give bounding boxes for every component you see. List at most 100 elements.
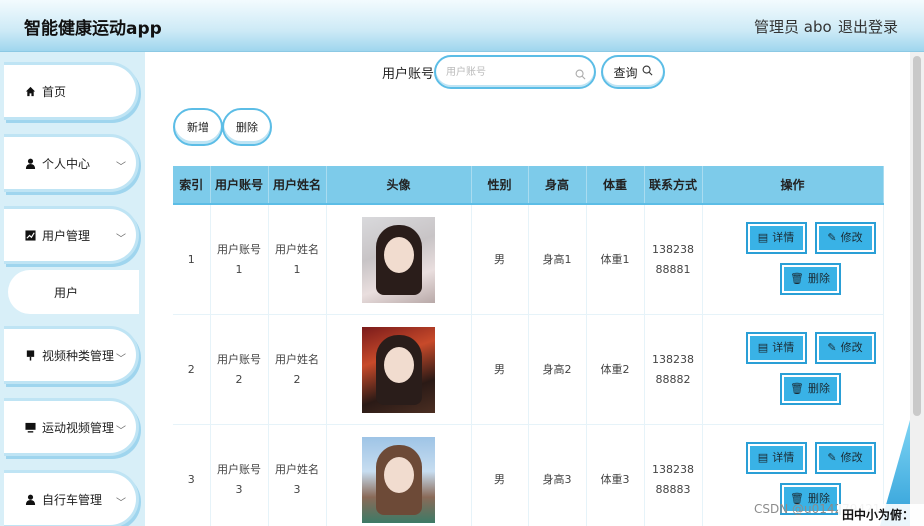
cell-name-text: 用户姓名2	[275, 352, 319, 386]
document-icon: ▤	[757, 231, 769, 244]
logout-link[interactable]: 退出登录	[838, 16, 898, 37]
cell-name: 用户姓名1	[268, 204, 327, 315]
cell-avatar	[326, 204, 472, 315]
scrollbar-thumb[interactable]	[913, 56, 921, 416]
sidebar-item-label: 用户管理	[42, 228, 91, 243]
cell-phone-text: 13823888882	[652, 352, 694, 386]
pencil-icon: ✎	[827, 231, 837, 244]
cell-index: 3	[173, 424, 211, 526]
user-icon	[24, 157, 36, 169]
edit-button-label: 修改	[840, 231, 863, 244]
sidebar-item-home[interactable]: 首页	[4, 62, 139, 120]
cell-name: 用户姓名2	[268, 314, 327, 425]
sidebar-item-label: 首页	[42, 84, 67, 99]
cell-phone: 13823888882	[644, 314, 703, 425]
column-header[interactable]: 操作	[702, 166, 884, 205]
sidebar-item-video-category[interactable]: 视频种类管理 ﹀	[4, 326, 139, 384]
detail-button[interactable]: ▤ 详情	[745, 442, 807, 474]
add-button[interactable]: 新增	[173, 108, 223, 146]
chart-icon	[24, 229, 36, 241]
search-field[interactable]	[434, 55, 596, 89]
vertical-scrollbar[interactable]	[910, 52, 924, 526]
cell-height: 身高1	[528, 204, 587, 315]
table-row: 1 用户账号1 用户姓名1 男 身高1 体重1 13823888881 ▤ 详情 …	[173, 204, 884, 315]
cell-account-text: 用户账号2	[217, 352, 261, 386]
pencil-icon: ✎	[827, 451, 837, 464]
detail-button-label: 详情	[772, 231, 795, 244]
column-header[interactable]: 用户账号	[210, 166, 269, 205]
monitor-icon	[24, 421, 36, 433]
edit-button[interactable]: ✎ 修改	[814, 332, 876, 364]
cell-gender: 男	[471, 424, 529, 526]
search-input[interactable]	[446, 64, 571, 80]
column-header[interactable]: 身高	[528, 166, 587, 205]
delete-button[interactable]: 🗑 删除	[779, 373, 841, 405]
edit-button[interactable]: ✎ 修改	[814, 222, 876, 254]
avatar-image[interactable]	[362, 216, 435, 303]
column-header[interactable]: 索引	[173, 166, 211, 205]
avatar-image[interactable]	[362, 326, 435, 413]
query-button-label: 查询	[613, 65, 638, 80]
delete-button-label: 删除	[807, 382, 830, 395]
cell-account: 用户账号2	[210, 314, 269, 425]
cell-phone: 13823888883	[644, 424, 703, 526]
search-icon	[575, 65, 586, 84]
cell-actions: ▤ 详情 ✎ 修改 🗑 删除	[702, 204, 884, 315]
top-bar: 智能健康运动app 管理员 abo 退出登录	[0, 0, 924, 52]
cell-weight: 体重3	[586, 424, 645, 526]
cell-account: 用户账号3	[210, 424, 269, 526]
cell-actions: ▤ 详情 ✎ 修改 🗑 删除	[702, 314, 884, 425]
column-header[interactable]: 头像	[326, 166, 472, 205]
avatar-image[interactable]	[362, 436, 435, 523]
cell-account-text: 用户账号3	[217, 462, 261, 496]
search-icon	[642, 65, 653, 79]
pin-icon	[24, 349, 36, 361]
cell-gender: 男	[471, 314, 529, 425]
cell-avatar	[326, 424, 472, 526]
sidebar-item-bike[interactable]: 自行车管理 ﹀	[4, 470, 139, 526]
pencil-icon: ✎	[827, 341, 837, 354]
query-button[interactable]: 查询	[601, 55, 665, 89]
sidebar-item-label: 视频种类管理	[42, 348, 115, 363]
cell-avatar	[326, 314, 472, 425]
delete-button-label: 删除	[807, 272, 830, 285]
chevron-down-icon: ﹀	[116, 234, 126, 245]
detail-button-label: 详情	[772, 451, 795, 464]
delete-button[interactable]: 🗑 删除	[779, 263, 841, 295]
column-header[interactable]: 性别	[471, 166, 529, 205]
cell-name-text: 用户姓名1	[275, 242, 319, 276]
cell-account: 用户账号1	[210, 204, 269, 315]
document-icon: ▤	[757, 451, 769, 464]
sidebar-item-personal-center[interactable]: 个人中心 ﹀	[4, 134, 139, 192]
delete-selected-button[interactable]: 删除	[222, 108, 272, 146]
trash-icon: 🗑	[790, 382, 804, 395]
home-icon	[24, 85, 36, 97]
admin-label: 管理员 abo	[754, 18, 832, 36]
cell-weight: 体重2	[586, 314, 645, 425]
sidebar-item-user-management[interactable]: 用户管理 ﹀	[4, 206, 139, 264]
cell-account-text: 用户账号1	[217, 242, 261, 276]
edit-button[interactable]: ✎ 修改	[814, 442, 876, 474]
detail-button-label: 详情	[772, 341, 795, 354]
cell-phone-text: 13823888883	[652, 462, 694, 496]
sidebar-subitem-user[interactable]: 用户	[8, 270, 139, 314]
detail-button[interactable]: ▤ 详情	[745, 222, 807, 254]
detail-button[interactable]: ▤ 详情	[745, 332, 807, 364]
sidebar-item-sports-video[interactable]: 运动视频管理 ﹀	[4, 398, 139, 456]
column-header[interactable]: 联系方式	[644, 166, 703, 205]
cell-height: 身高2	[528, 314, 587, 425]
column-header[interactable]: 体重	[586, 166, 645, 205]
cell-height: 身高3	[528, 424, 587, 526]
cell-index: 1	[173, 204, 211, 315]
table-row: 2 用户账号2 用户姓名2 男 身高2 体重2 13823888882 ▤ 详情 …	[173, 314, 884, 425]
chevron-down-icon: ﹀	[116, 498, 126, 509]
sidebar-subitem-label: 用户	[54, 285, 79, 300]
overlay-tag: 田中小为俯：	[838, 504, 924, 526]
cell-phone-text: 13823888881	[652, 242, 694, 276]
document-icon: ▤	[757, 341, 769, 354]
chevron-down-icon: ﹀	[116, 354, 126, 365]
chevron-down-icon: ﹀	[116, 162, 126, 173]
sidebar-item-label: 运动视频管理	[42, 420, 115, 435]
cell-index: 2	[173, 314, 211, 425]
column-header[interactable]: 用户姓名	[268, 166, 327, 205]
